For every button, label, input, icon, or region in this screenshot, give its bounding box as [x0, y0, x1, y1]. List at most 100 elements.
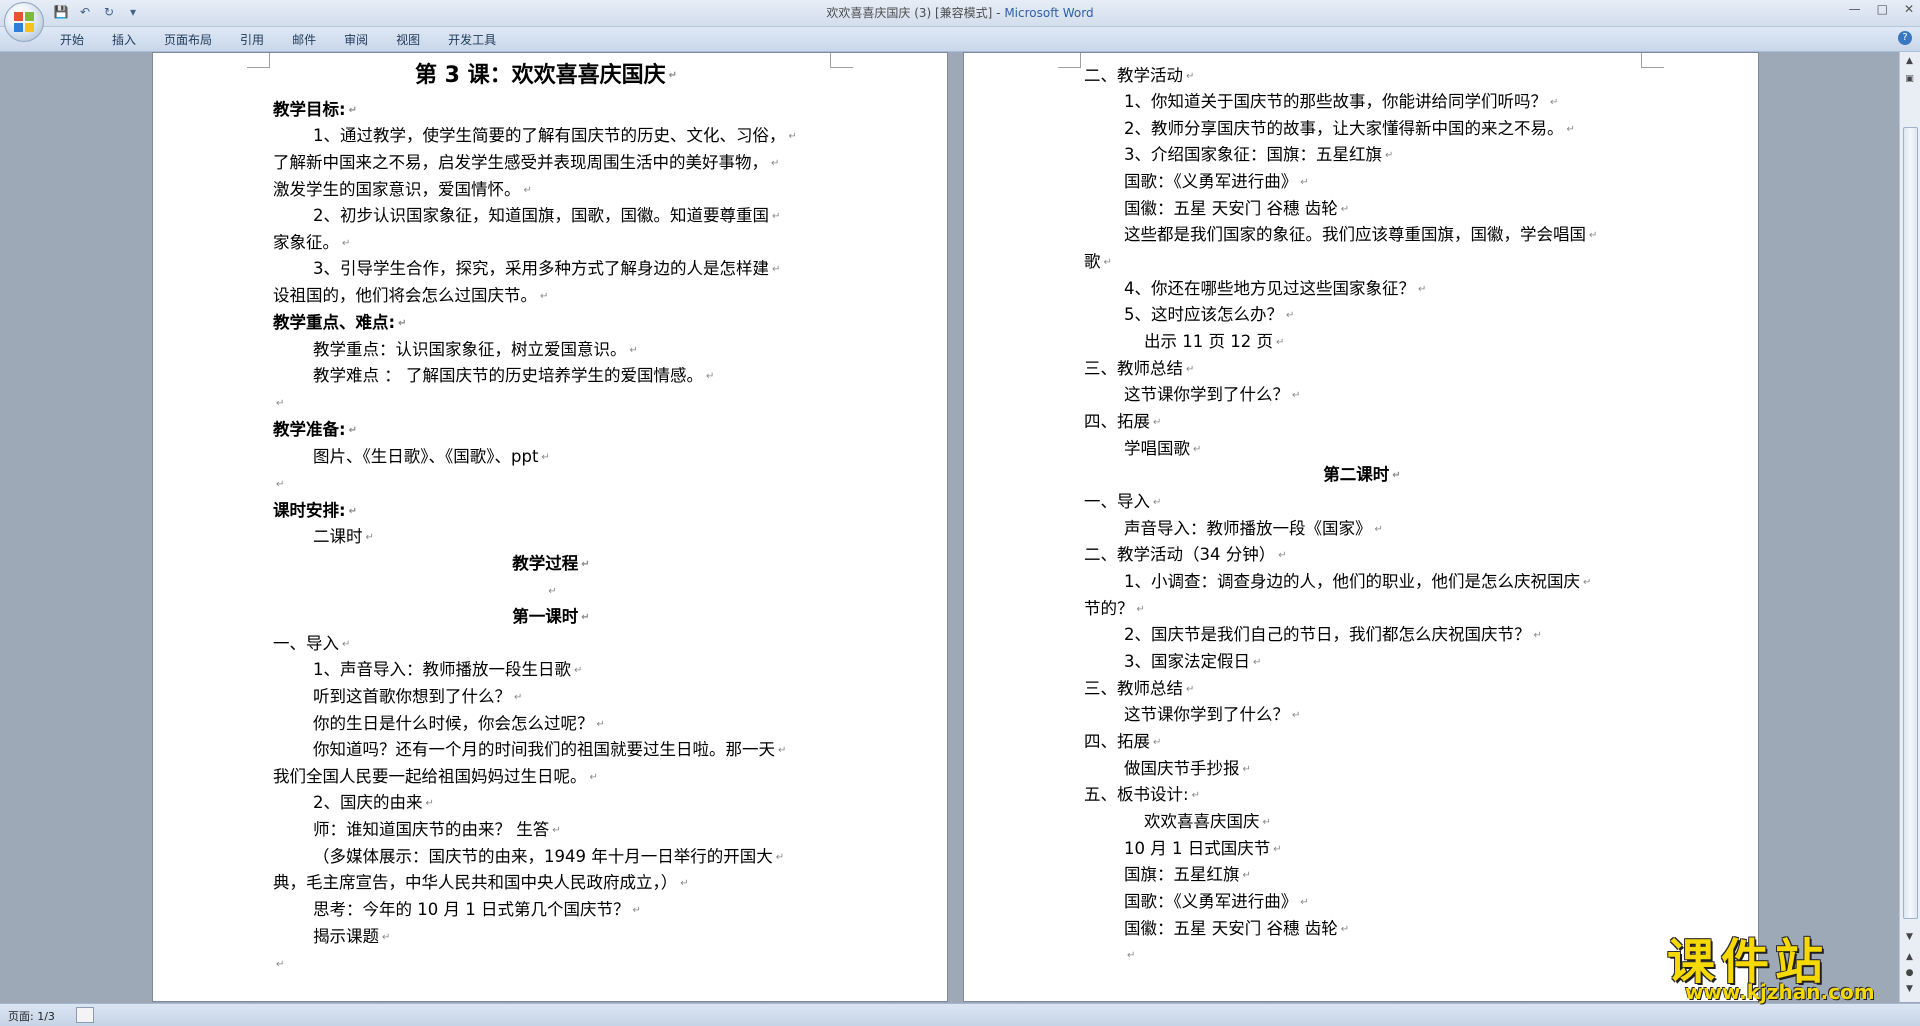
page2-line[interactable]: 三、教师总结	[1084, 676, 1194, 702]
page2-line[interactable]: 二、教学活动	[1084, 63, 1194, 89]
page-2-text[interactable]: 二、教学活动 1、你知道关于国庆节的那些故事，你能讲给同学们听吗？ 2、教师分享国庆…	[964, 53, 1760, 1003]
page2-line[interactable]: 一、导入	[1084, 489, 1161, 515]
page2-line[interactable]: 国徽：五星 天安门 谷穗 齿轮	[1124, 196, 1349, 222]
page1-line[interactable]: 家象征。	[273, 230, 350, 256]
maximize-button[interactable]: □	[1877, 2, 1888, 16]
page-indicator[interactable]: 页面: 1/3	[8, 1008, 55, 1024]
page1-line[interactable]: 揭示课题	[313, 924, 390, 950]
page1-line[interactable]: 图片、《生日歌》、《国歌》、ppt	[313, 444, 550, 470]
page1-line[interactable]: 第 3 课：欢欢喜喜庆国庆	[415, 63, 677, 89]
page1-line[interactable]: 2、国庆的由来	[313, 790, 434, 816]
page2-line[interactable]: 这些都是我们国家的象征。我们应该尊重国旗，国徽，学会唱国	[1124, 222, 1597, 248]
page1-line[interactable]: 设祖国的，他们将会怎么过国庆节。	[273, 283, 548, 309]
page2-line[interactable]: 出示 11 页 12 页	[1144, 329, 1284, 355]
page1-line[interactable]: 思考：今年的 10 月 1 日式第几个国庆节？	[313, 897, 641, 923]
document-page-2[interactable]: 二、教学活动 1、你知道关于国庆节的那些故事，你能讲给同学们听吗？ 2、教师分享国庆…	[963, 52, 1759, 1002]
help-icon[interactable]: ?	[1898, 31, 1912, 45]
page2-line[interactable]: 3、介绍国家象征：国旗：五星红旗	[1124, 142, 1393, 168]
page2-line[interactable]: 欢欢喜喜庆国庆	[1144, 809, 1271, 835]
page1-line[interactable]: 教学重点：认识国家象征，树立爱国意识。	[313, 337, 638, 363]
page1-line-text: 教学过程	[512, 554, 589, 573]
page1-line[interactable]: 典，毛主席宣告，中华人民共和国中央人民政府成立，）	[273, 870, 689, 896]
document-page-1[interactable]: 第 3 课：欢欢喜喜庆国庆教学目标: 1、通过教学，使学生简要的了解有国庆节的历史…	[152, 52, 948, 1002]
page1-line[interactable]: 1、声音导入：教师播放一段生日歌	[313, 657, 582, 683]
tab-review[interactable]: 审阅	[344, 31, 368, 48]
page2-line[interactable]: 四、拓展	[1084, 729, 1161, 755]
scroll-down-icon[interactable]: ▼	[1903, 932, 1916, 946]
page1-line[interactable]: 教学准备:	[273, 417, 357, 443]
page1-line[interactable]: 3、引导学生合作，探究，采用多种方式了解身边的人是怎样建	[313, 256, 780, 282]
page1-line[interactable]	[273, 390, 284, 416]
page2-line[interactable]: 这节课你学到了什么？	[1124, 382, 1300, 408]
page1-line[interactable]: 教学重点、难点:	[273, 310, 407, 336]
page2-line[interactable]: 歌	[1084, 249, 1112, 275]
page1-line[interactable]: 师：谁知道国庆节的由来？ 生答	[313, 817, 561, 843]
page1-line[interactable]: 二课时	[313, 524, 374, 550]
scroll-thumb[interactable]	[1903, 127, 1918, 919]
page1-line[interactable]: 你的生日是什么时候，你会怎么过呢？	[313, 711, 605, 737]
previous-page-icon[interactable]: ▲	[1903, 952, 1916, 966]
page2-line[interactable]: 2、教师分享国庆节的故事，让大家懂得新中国的来之不易。	[1124, 116, 1575, 142]
ruler-toggle-icon[interactable]: ▣	[1903, 74, 1916, 88]
page2-line[interactable]: 1、你知道关于国庆节的那些故事，你能讲给同学们听吗？	[1124, 89, 1558, 115]
scroll-up-icon[interactable]: ▲	[1903, 56, 1916, 70]
page1-line[interactable]: 2、初步认识国家象征，知道国旗，国歌，国徽。知道要尊重国	[313, 203, 780, 229]
tab-insert[interactable]: 插入	[112, 31, 136, 48]
page1-line[interactable]: 你知道吗？还有一个月的时间我们的祖国就要过生日啦。那一天	[313, 737, 786, 763]
page1-line[interactable]	[273, 471, 284, 497]
page1-line[interactable]: 听到这首歌你想到了什么？	[313, 684, 522, 710]
page2-line[interactable]: 国旗：五星红旗	[1124, 862, 1251, 888]
page1-line[interactable]: （多媒体展示：国庆节的由来，1949 年十月一日举行的开国大	[313, 844, 784, 870]
page2-line[interactable]: 第二课时	[964, 462, 1760, 488]
page1-line-text: 我们全国人民要一起给祖国妈妈过生日呢。	[273, 767, 598, 786]
page2-line[interactable]: 5、这时应该怎么办？	[1124, 302, 1294, 328]
page1-line[interactable]: 教学目标:	[273, 97, 357, 123]
page1-line[interactable]: 第一课时	[153, 604, 949, 630]
page2-line[interactable]: 2、国庆节是我们自己的节日，我们都怎么庆祝国庆节？	[1124, 622, 1542, 648]
page2-line[interactable]: 学唱国歌	[1124, 436, 1201, 462]
page2-line[interactable]: 声音导入：教师播放一段《国家》	[1124, 516, 1383, 542]
page2-line[interactable]: 10 月 1 日式国庆节	[1124, 836, 1282, 862]
vertical-scrollbar[interactable]: ▲ ▣ ▼ ▲ ● ▼	[1899, 52, 1920, 1002]
close-button[interactable]: ✕	[1904, 2, 1914, 16]
page2-line[interactable]: 做国庆节手抄报	[1124, 756, 1251, 782]
page2-line[interactable]: 3、国家法定假日	[1124, 649, 1261, 675]
page1-line-text: 揭示课题	[313, 927, 390, 946]
page2-line[interactable]: 这节课你学到了什么？	[1124, 702, 1300, 728]
next-page-icon[interactable]: ▼	[1903, 984, 1916, 998]
page-1-text[interactable]: 第 3 课：欢欢喜喜庆国庆教学目标: 1、通过教学，使学生简要的了解有国庆节的历史…	[153, 53, 949, 1003]
page2-line[interactable]: 三、教师总结	[1084, 356, 1194, 382]
page1-line[interactable]	[273, 951, 284, 977]
page2-line[interactable]: 1、小调查：调查身边的人，他们的职业，他们是怎么庆祝国庆	[1124, 569, 1591, 595]
page1-line[interactable]: 1、通过教学，使学生简要的了解有国庆节的历史、文化、习俗，	[313, 123, 797, 149]
page2-line[interactable]: 五、板书设计:	[1084, 782, 1200, 808]
select-browse-object-icon[interactable]: ●	[1903, 968, 1916, 982]
page2-line[interactable]: 四、拓展	[1084, 409, 1161, 435]
page2-line[interactable]: 国歌：《义勇军进行曲》	[1124, 889, 1309, 915]
page2-line[interactable]: 国歌：《义勇军进行曲》	[1124, 169, 1309, 195]
page2-line[interactable]: 4、你还在哪些地方见过这些国家象征？	[1124, 276, 1426, 302]
tab-home[interactable]: 开始	[60, 31, 84, 48]
page1-line[interactable]: 教学过程	[153, 551, 949, 577]
page2-line[interactable]	[1124, 942, 1135, 968]
tab-mailings[interactable]: 邮件	[292, 31, 316, 48]
tab-page-layout[interactable]: 页面布局	[164, 31, 212, 48]
minimize-button[interactable]: —	[1849, 2, 1861, 16]
tab-developer[interactable]: 开发工具	[448, 31, 496, 48]
page1-line[interactable]: 课时安排:	[273, 498, 357, 524]
office-button[interactable]	[4, 2, 44, 42]
tab-references[interactable]: 引用	[240, 31, 264, 48]
page1-line[interactable]: 教学难点 ： 了解国庆节的历史培养学生的爱国情感。	[313, 363, 714, 389]
page1-line[interactable]: 了解新中国来之不易，启发学生感受并表现周围生活中的美好事物，	[273, 150, 779, 176]
proofing-icon[interactable]	[76, 1007, 94, 1023]
page1-line-text: 教学难点 ： 了解国庆节的历史培养学生的爱国情感。	[313, 366, 714, 385]
page1-line[interactable]: 激发学生的国家意识，爱国情怀。	[273, 177, 532, 203]
page2-line-text: 这节课你学到了什么？	[1124, 705, 1300, 724]
page2-line[interactable]: 节的？	[1084, 596, 1145, 622]
page2-line[interactable]: 国徽：五星 天安门 谷穗 齿轮	[1124, 916, 1349, 942]
page1-line[interactable]: 一、导入	[273, 631, 350, 657]
page2-line[interactable]: 二、教学活动（34 分钟）	[1084, 542, 1287, 568]
page1-line[interactable]: 我们全国人民要一起给祖国妈妈过生日呢。	[273, 764, 598, 790]
page1-line[interactable]	[153, 578, 949, 604]
tab-view[interactable]: 视图	[396, 31, 420, 48]
